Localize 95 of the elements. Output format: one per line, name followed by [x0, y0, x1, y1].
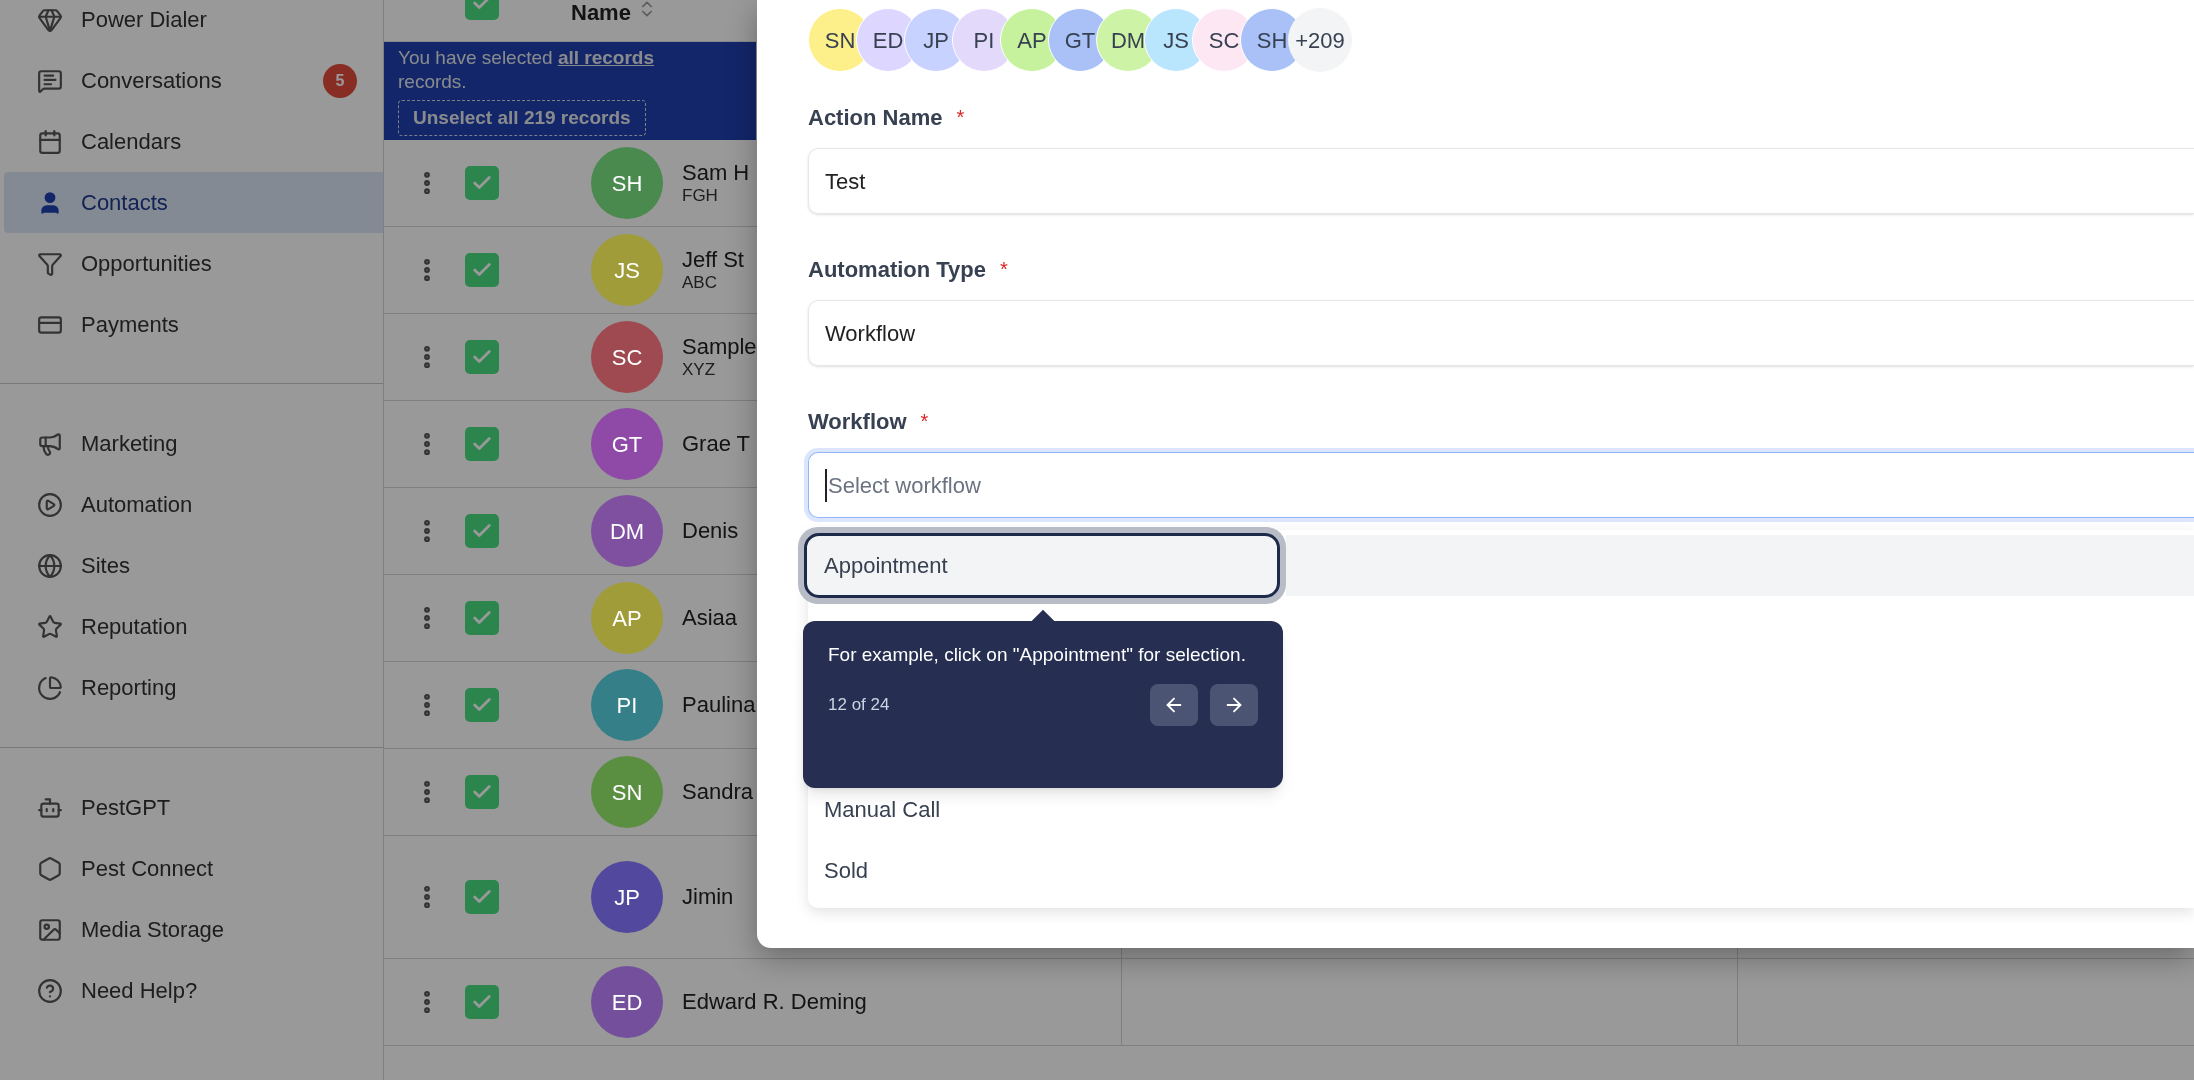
contact-name[interactable]: Denis — [682, 518, 739, 544]
sidebar-item[interactable]: Reporting — [4, 657, 383, 718]
sidebar-item[interactable]: Payments — [4, 294, 383, 355]
sidebar-item[interactable]: Automation — [4, 474, 383, 535]
field-label: Automation Type — [808, 255, 987, 284]
contact-name[interactable]: Jeff St — [682, 247, 744, 273]
contact-company: ABC — [682, 273, 718, 293]
checkbox[interactable] — [465, 253, 499, 287]
avatar: JP — [591, 861, 663, 933]
avatar: AP — [591, 582, 663, 654]
checkbox[interactable] — [465, 427, 499, 461]
contact-company: XYZ — [682, 360, 717, 380]
contact-name[interactable]: Paulina — [682, 692, 756, 718]
step-counter: 12 of 24 — [828, 694, 890, 717]
contact-name[interactable]: Edward R. Deming — [682, 989, 867, 1015]
sidebar-item[interactable]: Calendars — [4, 111, 383, 172]
funnel-icon — [37, 250, 63, 277]
sidebar-item[interactable]: Power Dialer — [4, 0, 383, 50]
checkbox[interactable] — [465, 340, 499, 374]
next-button[interactable] — [1210, 684, 1258, 726]
avatar: GT — [591, 408, 663, 480]
sidebar-item-label: Pest Connect — [81, 855, 214, 883]
sidebar-item[interactable]: PestGPT — [4, 777, 383, 838]
globe-icon — [37, 552, 63, 579]
help-icon — [37, 977, 63, 1004]
star-icon — [37, 613, 63, 640]
sidebar-item-label: Sites — [81, 552, 130, 580]
sidebar-item[interactable]: Reputation — [4, 596, 383, 657]
image-icon — [37, 916, 63, 943]
checkbox[interactable] — [465, 166, 499, 200]
contact-company: FGH — [682, 186, 719, 206]
avatar: PI — [591, 669, 663, 741]
sidebar-item-label: Reporting — [81, 674, 177, 702]
sidebar-item-label: Automation — [81, 491, 193, 519]
previous-button[interactable] — [1150, 684, 1198, 726]
tooltip-text: For example, click on "Appointment" for selection. — [828, 643, 1247, 667]
checkbox[interactable] — [465, 880, 499, 914]
contact-name[interactable]: Jimin — [682, 884, 734, 910]
checkbox[interactable] — [465, 775, 499, 809]
checkbox[interactable] — [465, 601, 499, 635]
chat-icon — [37, 67, 63, 94]
contact-name[interactable]: Sample — [682, 334, 757, 360]
pie-chart-icon — [37, 674, 63, 701]
calendar-icon — [37, 128, 63, 155]
sidebar-item[interactable]: Need Help? — [4, 960, 383, 1021]
sidebar-item-label: Power Dialer — [81, 6, 207, 34]
selection-message: You have selected all records records. — [398, 46, 655, 94]
contact-name[interactable]: Asiaa — [682, 605, 738, 631]
dropdown-option[interactable]: Manual Call — [808, 779, 2194, 840]
contact-name[interactable]: Sam H — [682, 160, 750, 186]
required-asterisk: * — [920, 409, 929, 434]
sidebar-item[interactable]: Pest Connect — [4, 838, 383, 899]
sidebar-item-label: Media Storage — [81, 916, 225, 944]
avatar: SN — [591, 756, 663, 828]
sidebar-item[interactable]: Opportunities — [4, 233, 383, 294]
unread-count-badge: 5 — [323, 63, 357, 98]
field-label: Workflow — [808, 407, 907, 436]
avatar: DM — [591, 495, 663, 567]
unselect-all-button[interactable]: Unselect all 219 records — [398, 100, 646, 136]
sidebar-item[interactable]: Conversations 5 — [4, 50, 383, 111]
sidebar-item-label: Opportunities — [81, 250, 212, 278]
input-field[interactable]: Test — [808, 148, 2194, 214]
contact-name[interactable]: Grae T — [682, 431, 751, 457]
sidebar-item-label: Calendars — [81, 128, 182, 156]
input-field[interactable]: Workflow — [808, 300, 2194, 366]
gem-icon — [37, 6, 63, 33]
more-recipients-count: +209 — [1288, 8, 1352, 72]
dropdown-option[interactable]: Sold — [808, 840, 2194, 901]
megaphone-icon — [37, 430, 63, 457]
hexagon-icon — [37, 855, 63, 882]
avatar: SH — [591, 147, 663, 219]
checkbox[interactable] — [465, 688, 499, 722]
required-asterisk: * — [956, 105, 965, 130]
sidebar-item[interactable]: Marketing — [4, 413, 383, 474]
sidebar-item-label: Reputation — [81, 613, 188, 641]
checkbox[interactable] — [465, 985, 499, 1019]
sidebar-item-label: Marketing — [81, 430, 178, 458]
play-icon — [37, 491, 63, 518]
avatar: JS — [591, 234, 663, 306]
column-header[interactable]: Name — [571, 0, 631, 29]
dropdown-option[interactable]: Appointment — [798, 527, 1286, 604]
sidebar-item-label: Conversations — [81, 67, 222, 95]
sidebar-item[interactable]: Media Storage — [4, 899, 383, 960]
avatar: ED — [591, 966, 663, 1038]
contact-name[interactable]: Sandra — [682, 779, 753, 805]
checkbox[interactable] — [465, 514, 499, 548]
sidebar-item-label: Contacts — [81, 189, 168, 217]
sidebar-item[interactable]: Contacts — [4, 172, 383, 233]
sidebar-item-label: PestGPT — [81, 794, 171, 822]
sidebar-item-label: Need Help? — [81, 977, 198, 1005]
field-label: Action Name — [808, 103, 943, 132]
avatar: SC — [591, 321, 663, 393]
sidebar-item[interactable]: Sites — [4, 535, 383, 596]
sidebar-item-label: Payments — [81, 311, 179, 339]
required-asterisk: * — [1000, 257, 1008, 282]
